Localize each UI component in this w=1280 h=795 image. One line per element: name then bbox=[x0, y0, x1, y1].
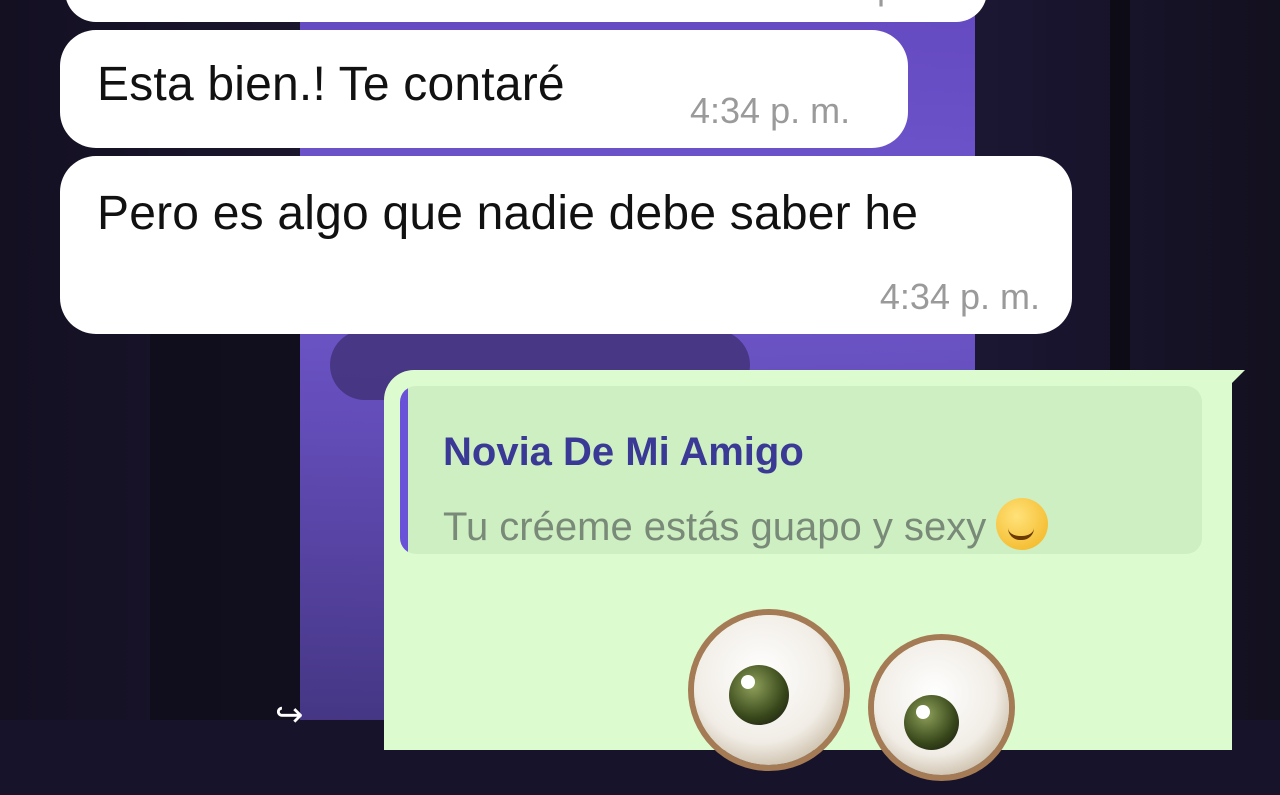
right-eye bbox=[874, 640, 1009, 775]
left-eye bbox=[694, 615, 844, 765]
quoted-sender-name: Novia De Mi Amigo bbox=[443, 430, 804, 474]
message-time: 4:34 p. m. bbox=[879, 276, 1040, 317]
quote-accent-bar bbox=[400, 386, 408, 554]
message-text: Pero es algo que nadie debe saber he bbox=[97, 187, 919, 240]
incoming-message-bubble[interactable]: 4:34 p. m. bbox=[65, 0, 987, 22]
message-text: Esta bien.! Te contaré bbox=[97, 58, 565, 111]
message-time: 4:34 p. m. bbox=[797, 0, 957, 8]
forward-icon[interactable]: ↪ bbox=[275, 695, 304, 735]
quoted-reply[interactable]: Novia De Mi Amigo Tu créeme estás guapo … bbox=[400, 386, 1202, 554]
message-time: 4:34 p. m. bbox=[690, 90, 851, 131]
incoming-message-bubble[interactable]: Esta bien.! Te contaré 4:34 p. m. bbox=[60, 30, 908, 148]
outgoing-message-bubble[interactable]: Novia De Mi Amigo Tu créeme estás guapo … bbox=[384, 370, 1232, 775]
eyes-sticker[interactable] bbox=[674, 595, 1034, 795]
quoted-message-text: Tu créeme estás guapo y sexy bbox=[443, 498, 1049, 550]
drooling-face-emoji-icon bbox=[996, 498, 1049, 550]
incoming-message-bubble[interactable]: Pero es algo que nadie debe saber he 4:3… bbox=[60, 156, 1072, 334]
